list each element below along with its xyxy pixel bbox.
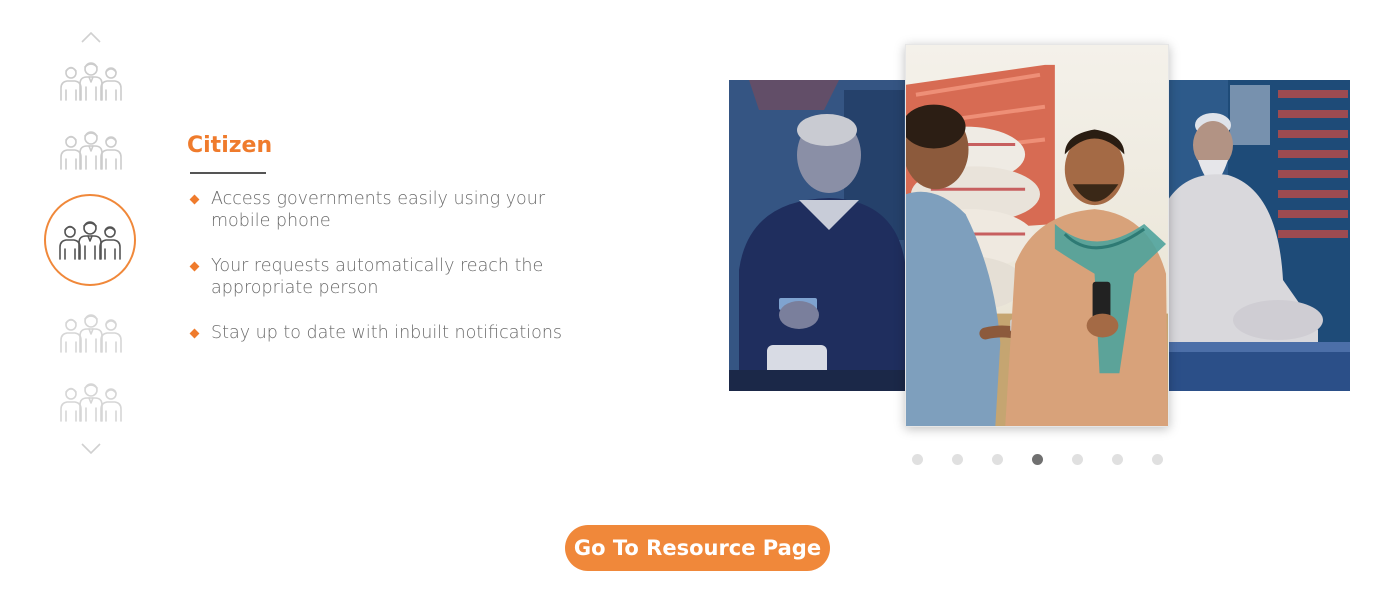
feature-text: Your requests automatically reach the ap… (211, 256, 544, 298)
photo-shopkeeper-sitting (1168, 80, 1350, 391)
carousel-slide-prev[interactable] (729, 80, 906, 391)
carousel-dot-4[interactable] (1032, 454, 1043, 465)
carousel-dot-3[interactable] (992, 454, 1003, 465)
photo-two-men-with-phones (906, 45, 1168, 426)
group-of-people-icon (60, 62, 122, 101)
persona-item-1[interactable] (58, 60, 124, 102)
carousel-dot-2[interactable] (952, 454, 963, 465)
nav-down-arrow[interactable] (80, 442, 102, 456)
feature-item: Your requests automatically reach the ap… (189, 255, 570, 299)
carousel-pagination (912, 454, 1163, 465)
chevron-down-icon (81, 443, 101, 455)
diamond-bullet-icon (189, 194, 200, 205)
carousel-dot-6[interactable] (1112, 454, 1123, 465)
chevron-up-icon (81, 31, 101, 43)
carousel-dot-1[interactable] (912, 454, 923, 465)
feature-item: Stay up to date with inbuilt notificatio… (189, 322, 570, 344)
carousel-dot-5[interactable] (1072, 454, 1083, 465)
nav-up-arrow[interactable] (80, 30, 102, 44)
feature-text: Access governments easily using your mob… (211, 189, 546, 231)
carousel-dot-7[interactable] (1152, 454, 1163, 465)
feature-text: Stay up to date with inbuilt notificatio… (211, 323, 563, 343)
feature-list: Access governments easily using your mob… (189, 188, 570, 367)
group-of-people-icon (59, 221, 121, 260)
persona-item-4[interactable] (58, 312, 124, 354)
go-to-resource-page-button[interactable]: Go To Resource Page (565, 525, 830, 571)
group-of-people-icon (60, 314, 122, 353)
diamond-bullet-icon (189, 261, 200, 272)
group-of-people-icon (60, 383, 122, 422)
persona-item-5[interactable] (58, 381, 124, 423)
diamond-bullet-icon (189, 328, 200, 339)
feature-item: Access governments easily using your mob… (189, 188, 570, 232)
title-underline (190, 172, 266, 174)
carousel-slide-current[interactable] (905, 44, 1169, 427)
carousel-slide-next[interactable] (1168, 80, 1350, 391)
photo-elderly-man-with-card (729, 80, 906, 391)
persona-title: Citizen (187, 133, 273, 158)
persona-item-2[interactable] (58, 129, 124, 171)
persona-item-active[interactable] (44, 194, 136, 286)
group-of-people-icon (60, 131, 122, 170)
